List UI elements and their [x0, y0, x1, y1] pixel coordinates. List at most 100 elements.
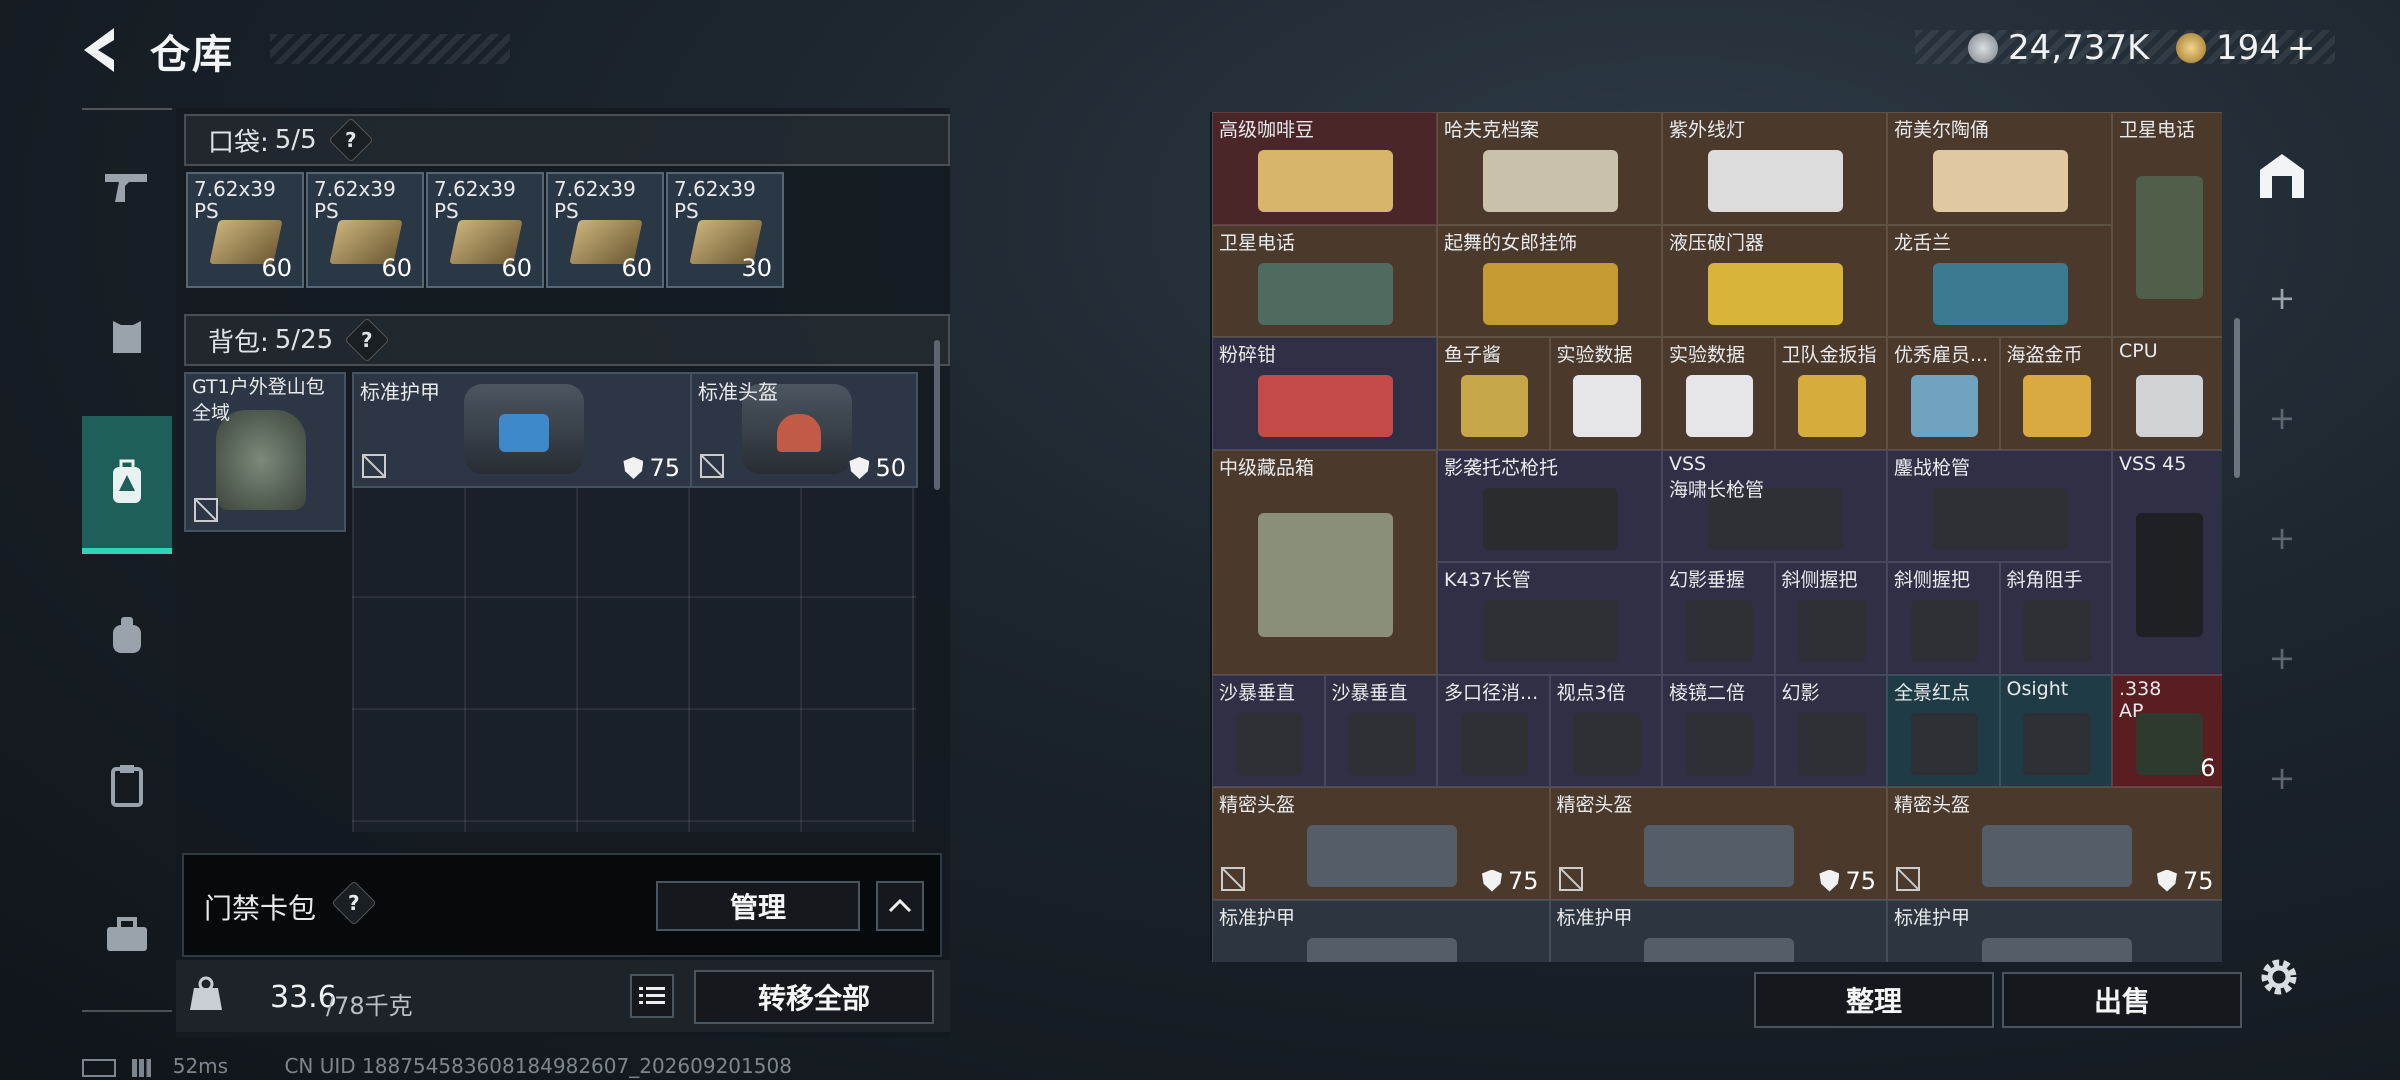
stash-item[interactable]: 鏖战枪管 [1887, 449, 2112, 562]
stash-item[interactable]: Osight [1999, 674, 2112, 787]
equipped-backpack-slot[interactable]: GT1户外登山包 全域 [184, 372, 346, 532]
backpack-item-standard-helmet[interactable]: 标准头盔 50 [690, 372, 918, 488]
stash-item[interactable]: 哈夫克档案 [1437, 112, 1662, 225]
pocket-help-button[interactable]: ? [327, 117, 374, 163]
sort-button[interactable]: 整理 [1754, 972, 1994, 1028]
capacity-bar: 33.6 /78千克 转移全部 [176, 960, 950, 1032]
stash-item[interactable]: 起舞的女郎挂饰 [1437, 224, 1662, 337]
stash-item[interactable]: 卫星电话 [1212, 224, 1437, 337]
stash-item[interactable]: 液压破门器 [1662, 224, 1887, 337]
stash-item[interactable]: VSS 海啸长枪管 [1662, 449, 1887, 562]
stash-item[interactable]: 幻影 [1774, 674, 1887, 787]
stash-page-1[interactable] [2254, 148, 2310, 204]
item-name: VSS 海啸长枪管 [1669, 452, 1765, 501]
back-arrow-icon[interactable] [78, 24, 122, 76]
stash-item[interactable]: 斜侧握把 [1774, 562, 1887, 675]
stash-item[interactable]: 幻影垂握 [1662, 562, 1775, 675]
stash-item[interactable]: 多口径消... [1437, 674, 1550, 787]
stash-page-slot[interactable]: + [2264, 640, 2300, 676]
stash-item[interactable]: 全景红点 [1887, 674, 2000, 787]
stash-item[interactable]: VSS 45 [2112, 449, 2222, 675]
stash-item[interactable]: 实验数据 [1662, 337, 1775, 450]
nav-weapons[interactable] [82, 132, 172, 242]
expand-keycard-button[interactable] [876, 881, 924, 931]
item-quantity: 60 [381, 254, 412, 282]
item-name: 全景红点 [1894, 681, 1971, 704]
backpack-scrollbar[interactable] [934, 340, 940, 490]
stash-item[interactable]: 斜侧握把 [1887, 562, 2000, 675]
backpack-item-standard-armor[interactable]: 标准护甲 75 [352, 372, 692, 488]
manage-button[interactable]: 管理 [656, 881, 860, 931]
stash-page-slot[interactable]: + [2264, 520, 2300, 556]
item-name: 海盗金币 [2006, 344, 2083, 366]
stash-item[interactable]: 精密头盔 75 [1212, 787, 1550, 900]
stash-page-slot[interactable]: + [2264, 760, 2300, 796]
item-name: 多口径消... [1444, 681, 1539, 704]
item-icon [1644, 937, 1795, 962]
stash-item[interactable]: 标准护甲 [1549, 899, 1887, 962]
item-name: 斜侧握把 [1894, 569, 1971, 591]
pocket-slot[interactable]: 7.62x39 PS 60 [546, 172, 664, 288]
stash-item[interactable]: K437长管 [1437, 562, 1662, 675]
stash-item[interactable]: 沙暴垂直 [1212, 674, 1325, 787]
stash-item[interactable]: 荷美尔陶俑 [1887, 112, 2112, 225]
stash-item[interactable]: 龙舌兰 [1887, 224, 2112, 337]
nav-bag[interactable] [82, 580, 172, 690]
nav-rig[interactable] [82, 730, 172, 840]
backpack-help-button[interactable]: ? [344, 317, 390, 363]
item-icon [1235, 712, 1303, 775]
nav-armor[interactable] [82, 282, 172, 392]
stash-item[interactable]: 斜角阻手 [1999, 562, 2112, 675]
stash-item[interactable]: 鱼子酱 [1437, 337, 1550, 450]
stash-item[interactable]: 实验数据 [1549, 337, 1662, 450]
item-icon [1708, 262, 1843, 325]
pocket-header: 口袋: 5/5 ? [184, 114, 950, 166]
stash-item[interactable]: 标准护甲 [1887, 899, 2222, 962]
item-name: Osight [2006, 677, 2069, 700]
pocket-slot[interactable]: 7.62x39 PS 30 [666, 172, 784, 288]
stash-item[interactable]: 影袭托芯枪托 [1437, 449, 1662, 562]
stash-item[interactable]: 标准护甲 [1212, 899, 1550, 962]
stash-page-slot[interactable]: + [2264, 400, 2300, 436]
currency-premium-balance[interactable]: 194 + [2176, 26, 2315, 70]
stash-item[interactable]: 卫队金扳指 [1774, 337, 1887, 450]
settings-button[interactable] [2256, 954, 2302, 1000]
stash-item[interactable]: 中级藏品箱 [1212, 449, 1437, 675]
stash-item[interactable]: 卫星电话 [2112, 112, 2222, 337]
item-name: 标准护甲 [1219, 906, 1296, 929]
item-name: 标准护甲 [1556, 906, 1633, 929]
stash-item[interactable]: 沙暴垂直 [1324, 674, 1437, 787]
stash-item[interactable]: 棱镜二倍 [1662, 674, 1775, 787]
item-quantity: 60 [621, 254, 652, 282]
armor-screen [499, 414, 549, 452]
pocket-slot[interactable]: 7.62x39 PS 60 [186, 172, 304, 288]
nav-backpack[interactable] [82, 416, 172, 554]
item-name: 棱镜二倍 [1669, 681, 1746, 704]
sell-button[interactable]: 出售 [2002, 972, 2242, 1028]
pocket-slot[interactable]: 7.62x39 PS 60 [426, 172, 544, 288]
stash-item[interactable]: 紫外线灯 [1662, 112, 1887, 225]
nav-toolbox[interactable] [82, 880, 172, 990]
stash-scrollbar[interactable] [2234, 318, 2240, 478]
item-name: K437长管 [1444, 569, 1531, 591]
item-name: 幻影 [1781, 681, 1820, 704]
item-name: 沙暴垂直 [1219, 681, 1296, 704]
pocket-slot[interactable]: 7.62x39 PS 60 [306, 172, 424, 288]
stash-item[interactable]: .338 AP 6 [2112, 674, 2222, 787]
keycard-help-button[interactable]: ? [331, 880, 377, 926]
transfer-all-button[interactable]: 转移全部 [694, 970, 934, 1024]
list-view-button[interactable] [630, 974, 674, 1018]
battery-icon [82, 1058, 116, 1077]
stash-item[interactable]: 视点3倍 [1549, 674, 1662, 787]
stash-item[interactable]: 高级咖啡豆 [1212, 112, 1437, 225]
stash-item[interactable]: 精密头盔 75 [1887, 787, 2222, 900]
stash-item[interactable]: 优秀雇员... [1887, 337, 2000, 450]
stash-item[interactable]: CPU [2112, 337, 2222, 450]
stash-item[interactable]: 海盗金币 [1999, 337, 2112, 450]
stash-item[interactable]: 精密头盔 75 [1549, 787, 1887, 900]
add-stash-page-button[interactable]: + [2264, 280, 2300, 316]
item-icon [2135, 375, 2203, 438]
add-currency-button[interactable]: + [2287, 28, 2316, 68]
stash-item[interactable]: 粉碎钳 [1212, 337, 1437, 450]
warehouse-icon [2260, 154, 2304, 198]
